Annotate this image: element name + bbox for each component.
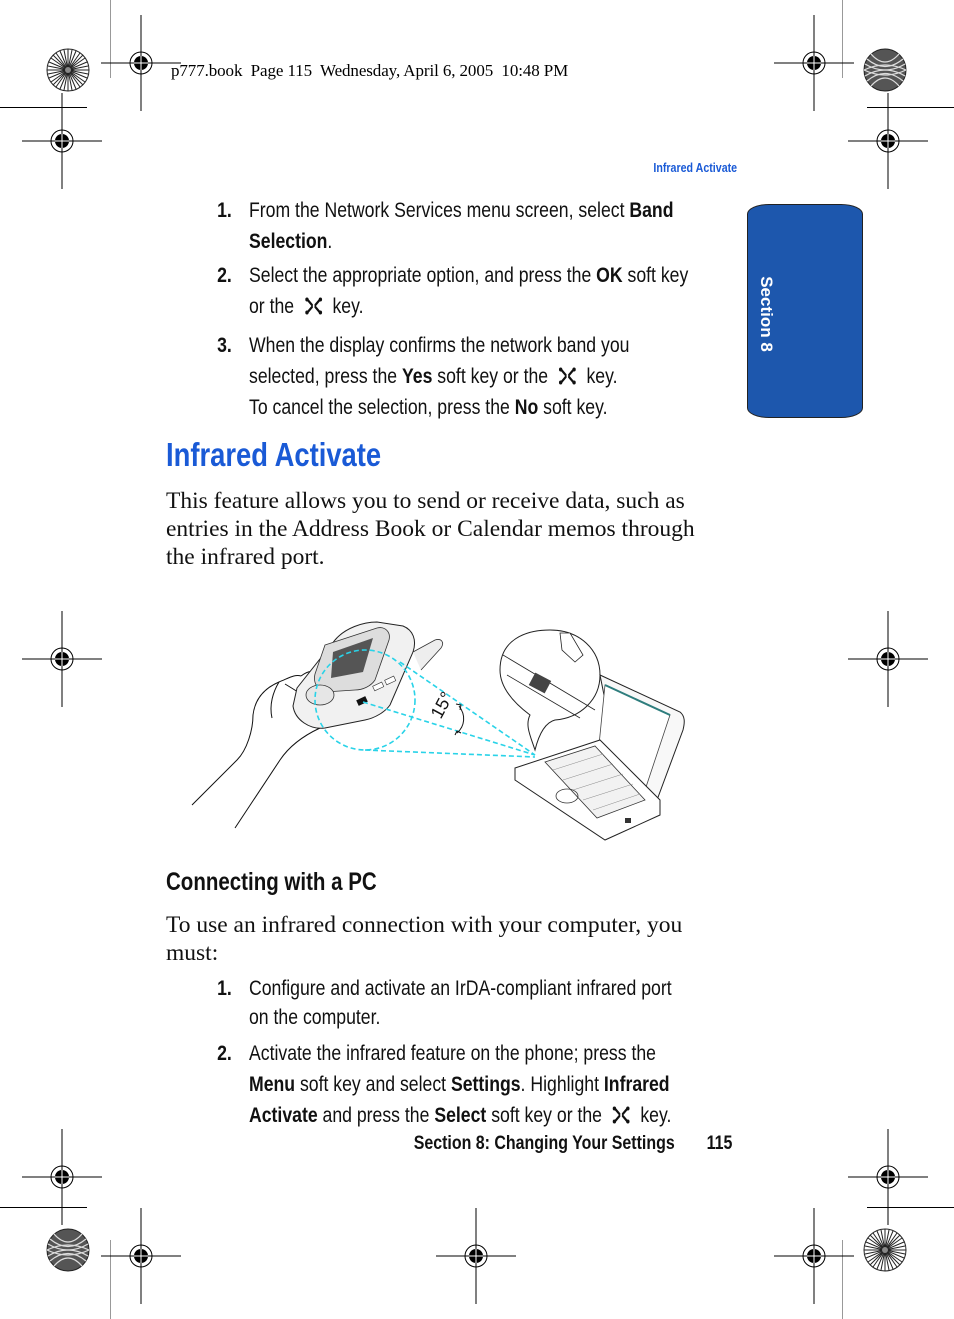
list-item: 3. When the display confirms the network… [217,330,629,423]
infrared-illustration: 15° [191,621,685,841]
running-head: Infrared Activate [653,160,737,175]
bold-term: Band [629,199,674,222]
step-line: selected, press the Yes soft key or the … [249,361,629,392]
step-line: To cancel the selection, press the No so… [249,392,629,423]
step-text: or the [249,295,300,318]
section-heading: Infrared Activate [166,436,382,473]
step-text: key. [327,295,364,318]
bold-term: Selection [249,230,328,253]
step-text: soft key or the [486,1104,607,1127]
step-number: 3. [217,334,232,357]
step-text: soft key. [538,396,608,419]
intro-paragraph: This feature allows you to send or recei… [166,487,695,571]
step-text: Select the appropriate option, and press… [249,264,597,287]
step-line: Activate and press the Select soft key o… [249,1100,671,1131]
step-text: To cancel the selection, press the [249,396,515,419]
step-line: on the computer. [249,1003,672,1032]
step-line: From the Network Services menu screen, s… [249,195,673,226]
list-item: 1. From the Network Services menu screen… [217,195,673,257]
paragraph-line: the infrared port. [166,544,325,570]
step-text: on the computer. [249,1006,381,1029]
step-text: . [327,230,333,253]
step-text: Activate the infrared feature on the pho… [249,1042,656,1065]
nav-key-icon [558,363,576,385]
step-number: 2. [217,1042,232,1065]
step-line: Select the appropriate option, and press… [249,260,688,291]
step-text: From the Network Services menu screen, s… [249,199,630,222]
step-text: key. [635,1104,672,1127]
step-line: or the key. [249,291,688,322]
step-line: Menu soft key and select Settings. Highl… [249,1069,671,1100]
paragraph-line: To use an infrared connection with your … [166,912,683,938]
bold-term: Yes [401,365,433,388]
step-text: Configure and activate an IrDA-compliant… [249,977,672,1000]
list-item: 2. Select the appropriate option, and pr… [217,260,688,322]
section-tab-label: Section 8 [757,276,776,352]
step-line: When the display confirms the network ba… [249,330,629,361]
paragraph-line: must: [166,940,219,966]
step-text: . Highlight [520,1073,604,1096]
nav-key-icon [612,1102,630,1124]
bold-term: Menu [249,1073,296,1096]
bold-term: Settings [450,1073,521,1096]
step-text: key. [581,365,618,388]
step-line: Selection. [249,226,673,257]
paragraph-line: This feature allows you to send or recei… [166,488,685,514]
page-number: 115 [706,1133,732,1154]
step-text: and press the [317,1104,435,1127]
list-item: 2. Activate the infrared feature on the … [217,1038,671,1131]
bold-term: Select [434,1104,487,1127]
bold-term: Activate [249,1104,318,1127]
step-number: 1. [217,199,232,222]
angle-label: 15° [427,688,457,721]
list-item: 1. Configure and activate an IrDA-compli… [217,974,672,1032]
bold-term: OK [596,264,623,287]
paragraph-line: entries in the Address Book or Calendar … [166,516,695,542]
step-text: selected, press the [249,365,402,388]
step-text: When the display confirms the network ba… [249,334,630,357]
step-text: soft key or the [432,365,554,388]
step-number: 1. [217,977,232,1000]
bold-term: Infrared [603,1073,670,1096]
step-text: soft key and select [295,1073,451,1096]
step-line: Configure and activate an IrDA-compliant… [249,974,672,1003]
footer-section-title: Section 8: Changing Your Settings [413,1133,675,1154]
step-line: Activate the infrared feature on the pho… [249,1038,671,1069]
nav-key-icon [304,293,322,315]
step-number: 2. [217,264,232,287]
print-slug: p777.book Page 115 Wednesday, April 6, 2… [171,61,569,80]
page-footer: Section 8: Changing Your Settings 115 [413,1133,732,1155]
bold-term: No [514,396,539,419]
pc-intro-paragraph: To use an infrared connection with your … [166,911,682,967]
subheading: Connecting with a PC [166,868,377,896]
callout-bubble [499,629,601,752]
step-text: soft key [622,264,689,287]
